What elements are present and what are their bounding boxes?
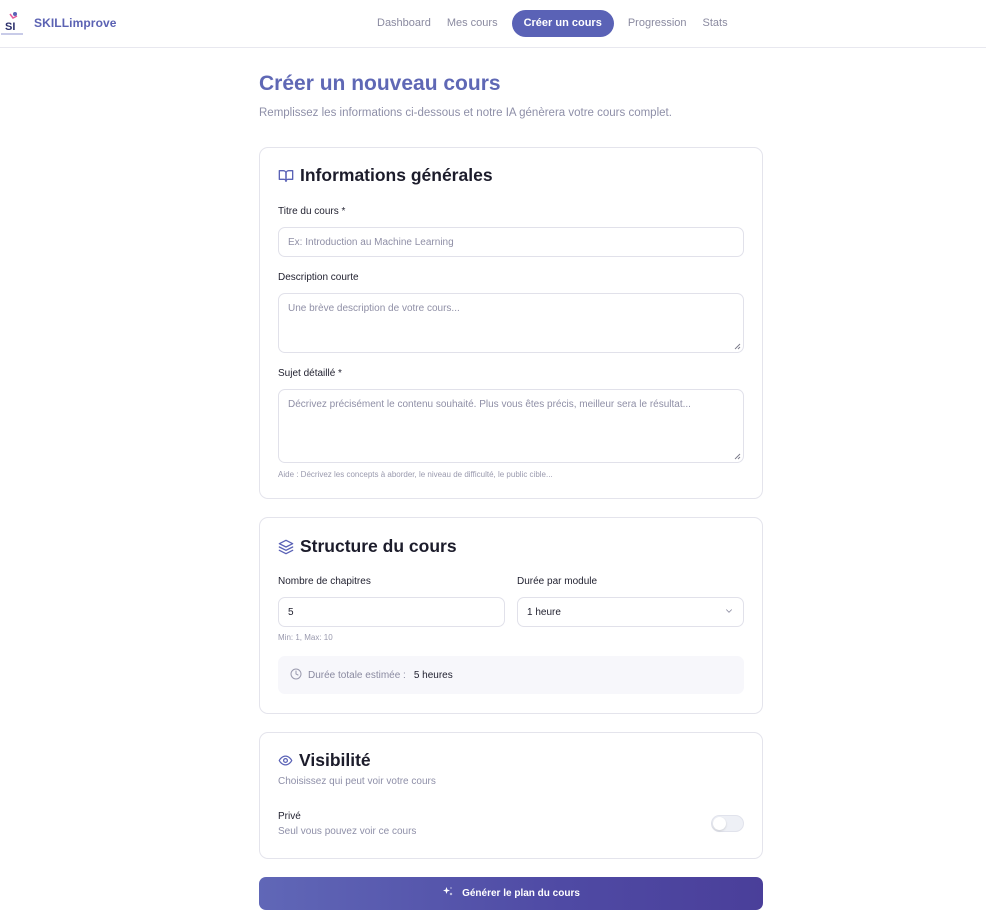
- logo: SI: [0, 10, 26, 38]
- eye-icon: [278, 753, 293, 768]
- resize-grip-icon[interactable]: [734, 453, 741, 460]
- nav-dashboard[interactable]: Dashboard: [369, 10, 439, 37]
- chapters-value: 5: [288, 606, 294, 618]
- chapters-input[interactable]: 5: [278, 597, 505, 627]
- nav-progression[interactable]: Progression: [620, 10, 695, 37]
- layers-icon: [278, 539, 294, 555]
- nav-creer-un-cours[interactable]: Créer un cours: [511, 10, 614, 37]
- visibility-subtitle: Choisissez qui peut voir votre cours: [278, 776, 436, 787]
- generate-plan-label: Générer le plan du cours: [462, 888, 580, 899]
- course-title-placeholder: Ex: Introduction au Machine Learning: [288, 236, 454, 248]
- page-title: Créer un nouveau cours: [259, 72, 501, 95]
- sparkles-icon: [442, 886, 454, 901]
- short-description-placeholder: Une brève description de votre cours...: [288, 303, 460, 314]
- visibility-title: Visibilité: [299, 750, 371, 770]
- nav-mes-cours[interactable]: Mes cours: [439, 10, 506, 37]
- private-toggle[interactable]: [711, 815, 744, 832]
- top-navbar: SI SKILLimprove Dashboard Mes cours Crée…: [0, 0, 986, 48]
- book-open-icon: [278, 168, 294, 184]
- total-duration-box: Durée totale estimée : 5 heures: [278, 656, 744, 694]
- page-subtitle: Remplissez les informations ci-dessous e…: [259, 107, 672, 119]
- course-title-label: Titre du cours *: [278, 206, 346, 217]
- brand[interactable]: SI SKILLimprove: [0, 10, 117, 38]
- module-duration-select[interactable]: 1 heure: [517, 597, 744, 627]
- general-info-title: Informations générales: [300, 165, 493, 185]
- brand-name: SKILLimprove: [34, 16, 117, 30]
- svg-text:SI: SI: [5, 21, 15, 33]
- module-duration-label: Durée par module: [517, 576, 598, 587]
- module-duration-value: 1 heure: [527, 606, 561, 618]
- detailed-subject-placeholder: Décrivez précisément le contenu souhaité…: [288, 399, 691, 410]
- private-label: Privé: [278, 811, 301, 822]
- short-description-textarea[interactable]: Une brève description de votre cours...: [278, 293, 744, 353]
- chapters-label: Nombre de chapitres: [278, 576, 371, 587]
- generate-plan-button[interactable]: Générer le plan du cours: [259, 877, 763, 910]
- course-structure-title: Structure du cours: [300, 536, 457, 556]
- total-duration-label: Durée totale estimée :: [308, 669, 406, 681]
- toggle-knob: [713, 817, 726, 830]
- chapters-help: Min: 1, Max: 10: [278, 633, 333, 642]
- general-info-card: Informations générales Titre du cours * …: [259, 147, 763, 499]
- general-info-heading: Informations générales: [278, 165, 493, 186]
- course-structure-heading: Structure du cours: [278, 536, 457, 557]
- total-duration-value: 5 heures: [413, 669, 453, 681]
- course-title-input[interactable]: Ex: Introduction au Machine Learning: [278, 227, 744, 257]
- private-description: Seul vous pouvez voir ce cours: [278, 826, 417, 837]
- clock-icon: [290, 668, 302, 683]
- detailed-subject-label: Sujet détaillé *: [278, 368, 342, 379]
- resize-grip-icon[interactable]: [734, 343, 741, 350]
- visibility-heading: Visibilité: [278, 750, 371, 771]
- main-nav: Dashboard Mes cours Créer un cours Progr…: [369, 10, 736, 37]
- chevron-down-icon: [724, 606, 734, 619]
- short-description-label: Description courte: [278, 272, 359, 283]
- visibility-card: Visibilité Choisissez qui peut voir votr…: [259, 732, 763, 859]
- nav-stats[interactable]: Stats: [695, 10, 736, 37]
- course-structure-card: Structure du cours Nombre de chapitres 5…: [259, 517, 763, 714]
- detailed-subject-textarea[interactable]: Décrivez précisément le contenu souhaité…: [278, 389, 744, 463]
- detailed-subject-help: Aide : Décrivez les concepts à aborder, …: [278, 470, 553, 479]
